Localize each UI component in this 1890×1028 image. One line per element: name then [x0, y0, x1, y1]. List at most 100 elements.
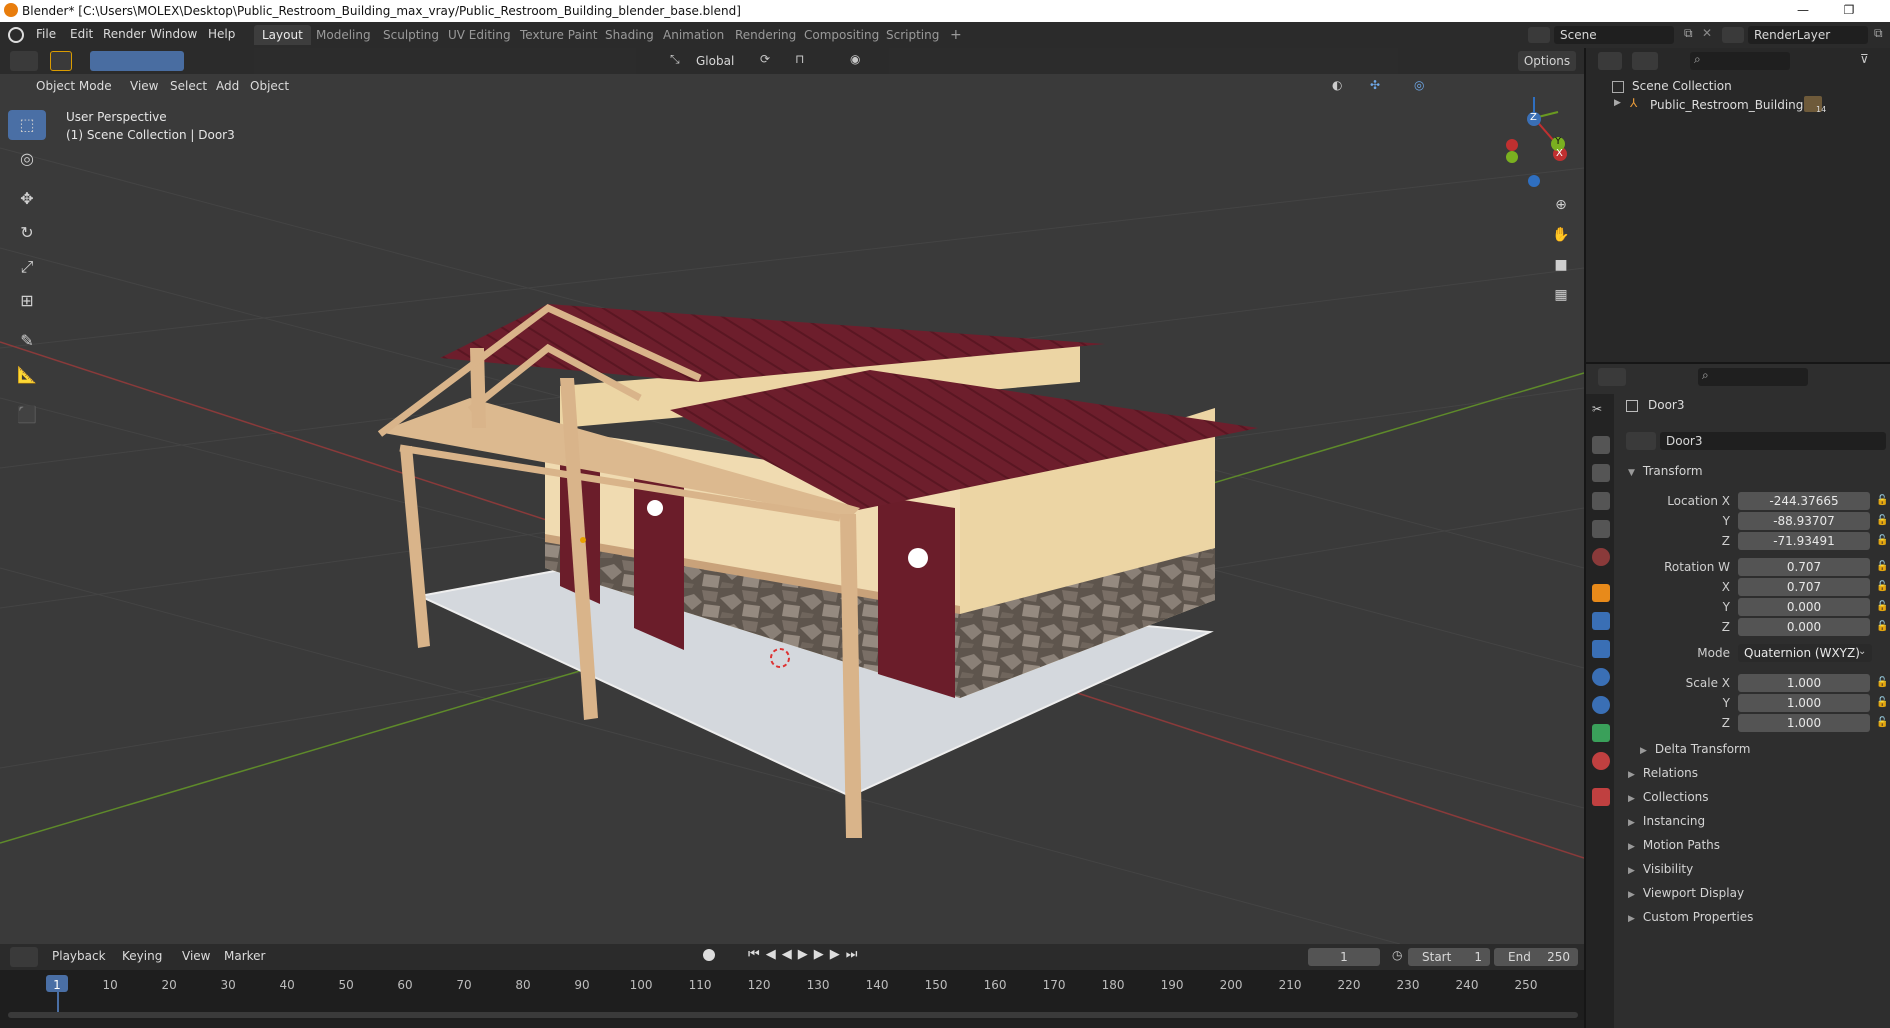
filter-icon[interactable]: ⊽	[1860, 52, 1869, 66]
tab-scripting[interactable]: Scripting	[878, 25, 947, 45]
world-tab-icon[interactable]	[1592, 548, 1610, 566]
render-layer-field[interactable]: RenderLayer	[1748, 26, 1868, 44]
view-layer-tab-icon[interactable]	[1592, 492, 1610, 510]
lock-scale-x-icon[interactable]: 🔓	[1876, 677, 1888, 688]
pivot-point-icon[interactable]: ⟳	[760, 52, 770, 66]
material-tab-icon[interactable]	[1592, 752, 1610, 770]
overlays-toggle-icon[interactable]: ◎	[1414, 78, 1424, 92]
blender-menu-icon[interactable]	[8, 27, 24, 43]
camera-view-icon[interactable]: ■	[1548, 252, 1574, 278]
scale-y-field[interactable]: 1.000	[1738, 694, 1870, 712]
measure-tool-icon[interactable]: 📐	[8, 360, 46, 390]
transform-tool-icon[interactable]: ⊞	[8, 286, 46, 316]
physics-tab-icon[interactable]	[1592, 668, 1610, 686]
menu-help[interactable]: Help	[208, 27, 235, 41]
rotation-z-field[interactable]: 0.000	[1738, 618, 1870, 636]
new-layer-icon[interactable]: ⧉	[1874, 26, 1883, 41]
move-tool-icon[interactable]: ✥	[8, 184, 46, 214]
pan-hand-icon[interactable]: ✋	[1548, 222, 1574, 248]
clock-icon[interactable]: ◷	[1392, 948, 1402, 962]
tab-uv-editing[interactable]: UV Editing	[440, 25, 519, 45]
tool-tab-icon[interactable]: ✂	[1592, 402, 1610, 420]
scene-collection-label[interactable]: Scene Collection	[1632, 79, 1732, 93]
panel-motion-paths[interactable]: ▶ Motion Paths	[1628, 838, 1720, 852]
location-x-field[interactable]: -244.37665	[1738, 492, 1870, 510]
transform-panel-header[interactable]: ▼ Transform	[1628, 464, 1703, 478]
grid-toggle-icon[interactable]: ▦	[1548, 282, 1574, 308]
panel-relations[interactable]: ▶ Relations	[1628, 766, 1698, 780]
restore-button[interactable]: ❐	[1826, 0, 1872, 22]
3d-viewport[interactable]: Z Y X User Perspective (1) Scene Collect…	[0, 48, 1584, 944]
viewport-menu-select[interactable]: Select	[170, 79, 207, 93]
gizmo-toggle-icon[interactable]: ✣	[1370, 78, 1380, 92]
timeline-menu-keying[interactable]: Keying	[122, 949, 162, 963]
menu-file[interactable]: File	[36, 27, 56, 41]
rotation-y-field[interactable]: 0.000	[1738, 598, 1870, 616]
timeline-menu-view[interactable]: View	[182, 949, 210, 963]
scale-tool-icon[interactable]: ⤢	[8, 252, 46, 282]
select-mode-icon[interactable]	[50, 51, 72, 71]
viewport-menu-object[interactable]: Object	[250, 79, 289, 93]
timeline-scrollbar[interactable]	[8, 1012, 1578, 1018]
location-z-field[interactable]: -71.93491	[1738, 532, 1870, 550]
delete-scene-icon[interactable]: ✕	[1702, 26, 1712, 40]
shading-mode-buttons[interactable]	[1486, 77, 1566, 97]
lock-location-x-icon[interactable]: 🔓	[1876, 495, 1888, 506]
proportional-edit-icon[interactable]: ◉	[850, 52, 860, 66]
timeline-menu-playback[interactable]: Playback	[52, 949, 106, 963]
menu-window[interactable]: Window	[150, 27, 197, 41]
menu-edit[interactable]: Edit	[70, 27, 93, 41]
lock-rotation-z-icon[interactable]: 🔓	[1876, 621, 1888, 632]
cursor-tool-icon[interactable]: ◎	[8, 144, 46, 174]
tab-animation[interactable]: Animation	[655, 25, 732, 45]
panel-collections[interactable]: ▶ Collections	[1628, 790, 1709, 804]
transform-orientation-dropdown[interactable]: Global	[696, 54, 734, 68]
panel-viewport-display[interactable]: ▶ Viewport Display	[1628, 886, 1744, 900]
scale-z-field[interactable]: 1.000	[1738, 714, 1870, 732]
panel-instancing[interactable]: ▶ Instancing	[1628, 814, 1705, 828]
lock-rotation-y-icon[interactable]: 🔓	[1876, 601, 1888, 612]
viewport-menu-view[interactable]: View	[130, 79, 158, 93]
lock-rotation-w-icon[interactable]: 🔓	[1876, 561, 1888, 572]
tab-sculpting[interactable]: Sculpting	[375, 25, 447, 45]
lock-location-z-icon[interactable]: 🔓	[1876, 535, 1888, 546]
output-tab-icon[interactable]	[1592, 464, 1610, 482]
add-cube-tool-icon[interactable]: ⬛	[8, 400, 46, 430]
object-name-field[interactable]: Door3	[1660, 432, 1886, 450]
panel-visibility[interactable]: ▶ Visibility	[1628, 862, 1693, 876]
new-scene-icon[interactable]: ⧉	[1684, 26, 1693, 41]
rotate-tool-icon[interactable]: ↻	[8, 218, 46, 248]
select-box-tool-icon[interactable]: ⬚	[8, 110, 46, 140]
view-layer-icon[interactable]	[1722, 27, 1744, 43]
selection-mode-buttons[interactable]	[90, 51, 184, 71]
scale-x-field[interactable]: 1.000	[1738, 674, 1870, 692]
scene-selector-icon[interactable]	[1528, 27, 1550, 43]
lock-scale-y-icon[interactable]: 🔓	[1876, 697, 1888, 708]
current-frame-field[interactable]: 1	[1308, 948, 1380, 966]
texture-tab-icon[interactable]	[1592, 788, 1610, 806]
end-frame-field[interactable]: End 250	[1494, 948, 1578, 966]
properties-editor-type-icon[interactable]	[1598, 368, 1626, 386]
render-tab-icon[interactable]	[1592, 436, 1610, 454]
snap-icon[interactable]: ⊓	[795, 52, 804, 66]
timeline-editor-type-icon[interactable]	[10, 947, 38, 967]
annotate-tool-icon[interactable]: ✎	[8, 326, 46, 356]
playback-controls[interactable]: ⏮◀◀▶▶▶⏭	[748, 947, 863, 962]
rotation-w-field[interactable]: 0.707	[1738, 558, 1870, 576]
minimize-button[interactable]: —	[1780, 0, 1826, 22]
tab-texture-paint[interactable]: Texture Paint	[512, 25, 605, 45]
start-frame-field[interactable]: Start 1	[1408, 948, 1490, 966]
tab-modeling[interactable]: Modeling	[308, 25, 379, 45]
scene-name-field[interactable]: Scene	[1554, 26, 1674, 44]
editor-type-icon[interactable]	[10, 51, 38, 71]
outliner-item-building[interactable]: Public_Restroom_Building	[1650, 98, 1803, 112]
options-dropdown[interactable]: Options	[1518, 51, 1576, 71]
outliner-search-input[interactable]	[1690, 52, 1790, 70]
record-icon[interactable]	[703, 949, 715, 961]
data-tab-icon[interactable]	[1592, 724, 1610, 742]
zoom-icon[interactable]: ⊕	[1548, 192, 1574, 218]
lock-rotation-x-icon[interactable]: 🔓	[1876, 581, 1888, 592]
lock-scale-z-icon[interactable]: 🔓	[1876, 717, 1888, 728]
visibility-icon[interactable]: ◐	[1332, 78, 1342, 92]
outliner-editor-type-icon[interactable]	[1598, 52, 1622, 70]
